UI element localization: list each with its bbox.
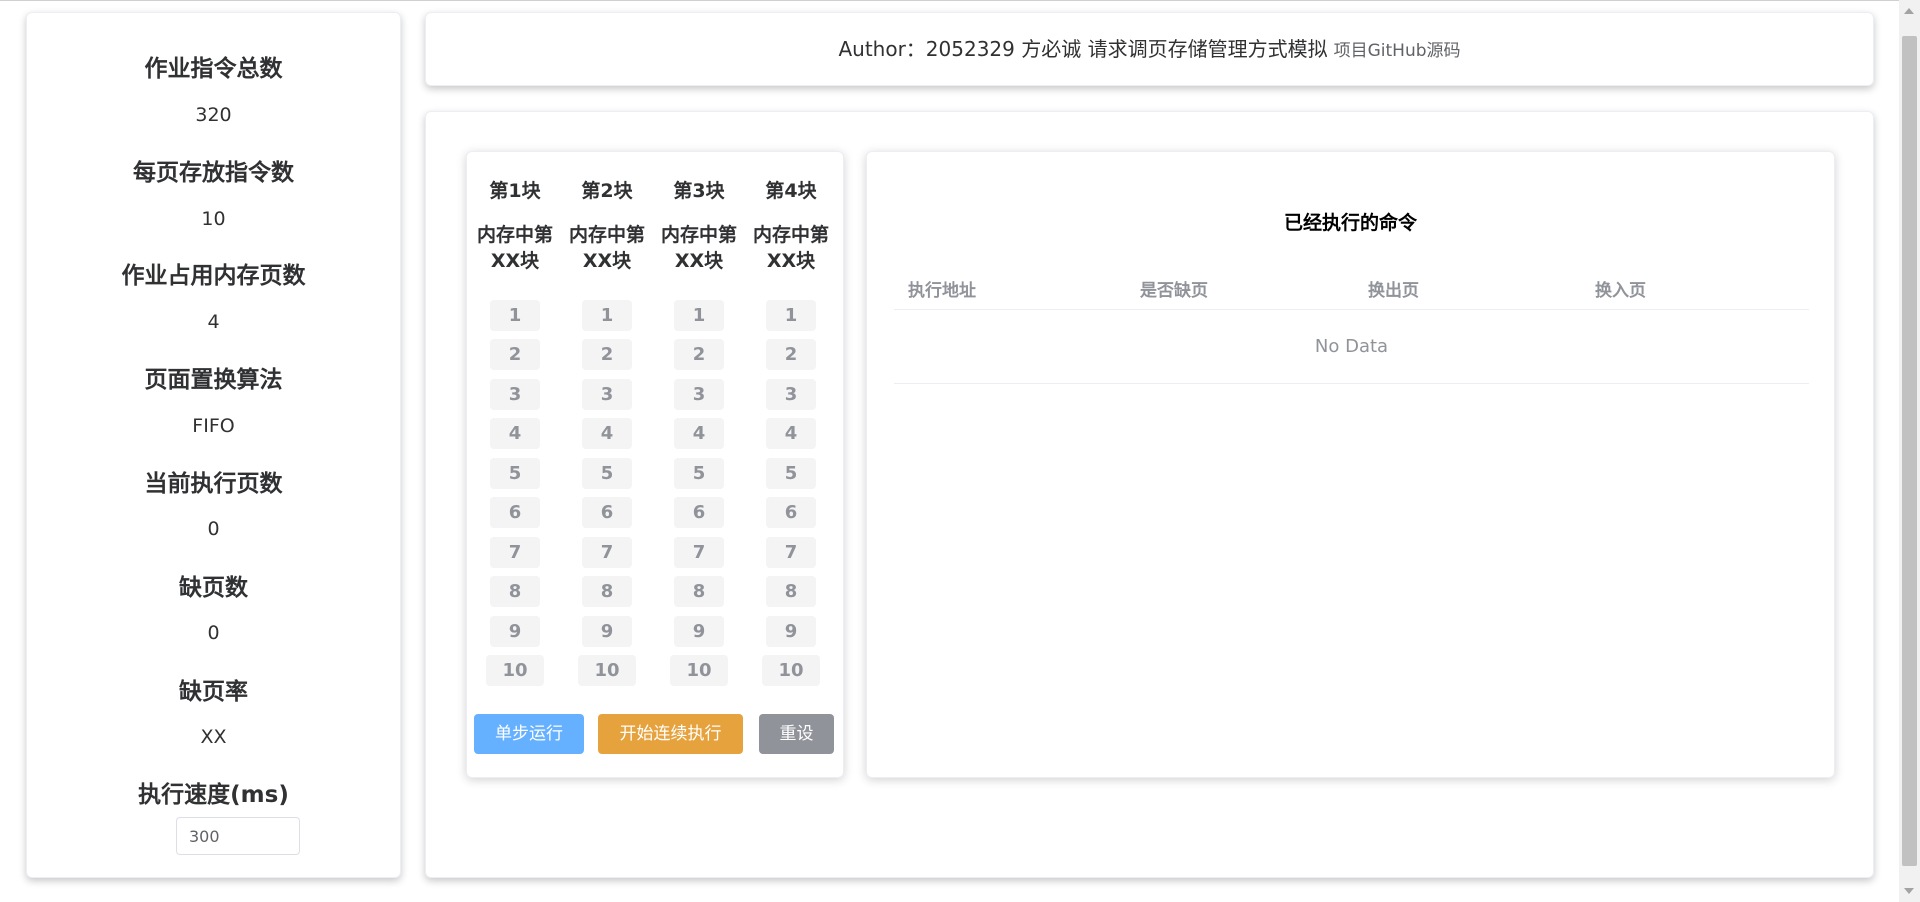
memory-slot: 1 xyxy=(490,300,540,331)
table-empty-text: No Data xyxy=(894,310,1809,384)
block-subtitle: 内存中第 XX块 xyxy=(568,224,645,272)
memory-slot: 10 xyxy=(486,655,544,686)
scroll-up-arrow-icon[interactable] xyxy=(1904,8,1914,14)
memory-slot: 2 xyxy=(582,339,632,370)
memory-slot: 8 xyxy=(766,576,816,607)
stat-title-instructions-per-page: 每页存放指令数 xyxy=(133,160,294,186)
block-title: 第2块 xyxy=(581,180,633,202)
stat-title-total-instructions: 作业指令总数 xyxy=(144,56,283,82)
stat-title-current-page: 当前执行页数 xyxy=(144,471,283,497)
block-title: 第4块 xyxy=(765,180,817,202)
memory-slot: 6 xyxy=(490,497,540,528)
executed-commands-title: 已经执行的命令 xyxy=(1283,212,1417,234)
memory-slot: 8 xyxy=(490,576,540,607)
memory-blocks-panel: 第1块 内存中第 XX块 1 2 3 4 5 6 7 8 9 10 第2块 内存中… xyxy=(466,151,844,778)
memory-slot: 5 xyxy=(490,458,540,489)
memory-slot: 9 xyxy=(490,616,540,647)
memory-slot: 1 xyxy=(582,300,632,331)
block-title: 第1块 xyxy=(489,180,541,202)
memory-slot: 10 xyxy=(670,655,728,686)
memory-slot: 2 xyxy=(766,339,816,370)
page-scrollbar[interactable] xyxy=(1899,0,1920,902)
memory-slot: 3 xyxy=(490,379,540,410)
table-header: 执行地址 是否缺页 换出页 换入页 xyxy=(894,264,1809,310)
memory-slot: 4 xyxy=(766,418,816,449)
memory-slot: 7 xyxy=(582,537,632,568)
memory-slot: 8 xyxy=(582,576,632,607)
block-title: 第3块 xyxy=(673,180,725,202)
stat-value-memory-pages: 4 xyxy=(207,311,220,333)
column-header-swapped-in: 换入页 xyxy=(1595,281,1646,301)
block-subtitle: 内存中第 XX块 xyxy=(476,224,553,272)
continuous-run-button[interactable]: 开始连续执行 xyxy=(598,714,743,754)
header-title: Author：2052329 方必诚 请求调页存储管理方式模拟 xyxy=(838,37,1328,61)
memory-slot: 9 xyxy=(674,616,724,647)
memory-slot: 3 xyxy=(674,379,724,410)
memory-slot: 8 xyxy=(674,576,724,607)
memory-slot: 5 xyxy=(674,458,724,489)
memory-slot: 2 xyxy=(490,339,540,370)
stat-value-total-instructions: 320 xyxy=(195,104,232,126)
stat-value-instructions-per-page: 10 xyxy=(201,208,226,230)
executed-commands-table: 执行地址 是否缺页 换出页 换入页 No Data xyxy=(894,264,1809,384)
memory-slot: 9 xyxy=(766,616,816,647)
memory-slot: 4 xyxy=(582,418,632,449)
speed-input[interactable] xyxy=(176,817,300,855)
column-header-swapped-out: 换出页 xyxy=(1368,281,1419,301)
stat-value-replacement-algorithm: FIFO xyxy=(192,415,235,437)
memory-slot: 4 xyxy=(674,418,724,449)
memory-slot: 2 xyxy=(674,339,724,370)
scroll-thumb[interactable] xyxy=(1902,36,1917,866)
stat-title-speed: 执行速度(ms) xyxy=(138,782,289,808)
memory-slot: 6 xyxy=(582,497,632,528)
memory-slot: 3 xyxy=(766,379,816,410)
stat-title-replacement-algorithm: 页面置换算法 xyxy=(144,367,283,393)
memory-slot: 4 xyxy=(490,418,540,449)
stat-value-fault-rate: XX xyxy=(200,726,227,748)
github-link[interactable]: 项目GitHub源码 xyxy=(1334,41,1461,61)
memory-slot: 7 xyxy=(490,537,540,568)
reset-button[interactable]: 重设 xyxy=(759,714,834,754)
stat-title-page-faults: 缺页数 xyxy=(179,575,248,601)
memory-slot: 10 xyxy=(578,655,636,686)
block-subtitle: 内存中第 XX块 xyxy=(752,224,829,272)
memory-slot: 6 xyxy=(766,497,816,528)
memory-slot: 5 xyxy=(582,458,632,489)
memory-slot: 6 xyxy=(674,497,724,528)
column-header-page-fault: 是否缺页 xyxy=(1140,281,1208,301)
memory-slot: 1 xyxy=(674,300,724,331)
stat-title-fault-rate: 缺页率 xyxy=(179,679,248,705)
memory-slot: 9 xyxy=(582,616,632,647)
stats-panel: 作业指令总数 320 每页存放指令数 10 作业占用内存页数 4 页面置换算法 … xyxy=(26,12,401,878)
executed-commands-panel: 已经执行的命令 执行地址 是否缺页 换出页 换入页 No Data xyxy=(866,151,1835,778)
header-panel: Author：2052329 方必诚 请求调页存储管理方式模拟 项目GitHub源… xyxy=(425,12,1874,86)
memory-slot: 7 xyxy=(766,537,816,568)
stat-title-memory-pages: 作业占用内存页数 xyxy=(121,263,306,289)
memory-slot: 3 xyxy=(582,379,632,410)
scroll-down-arrow-icon[interactable] xyxy=(1904,888,1914,894)
memory-slot: 5 xyxy=(766,458,816,489)
step-run-button[interactable]: 单步运行 xyxy=(474,714,584,754)
block-subtitle: 内存中第 XX块 xyxy=(660,224,737,272)
stat-value-page-faults: 0 xyxy=(207,622,220,644)
memory-slot: 7 xyxy=(674,537,724,568)
stat-value-current-page: 0 xyxy=(207,518,220,540)
main-panel: 第1块 内存中第 XX块 1 2 3 4 5 6 7 8 9 10 第2块 内存中… xyxy=(425,111,1874,878)
column-header-address: 执行地址 xyxy=(908,281,976,301)
memory-slot: 1 xyxy=(766,300,816,331)
header-line: Author：2052329 方必诚 请求调页存储管理方式模拟 项目GitHub源… xyxy=(426,33,1873,62)
memory-slot: 10 xyxy=(762,655,820,686)
window-top-border xyxy=(0,0,1920,1)
